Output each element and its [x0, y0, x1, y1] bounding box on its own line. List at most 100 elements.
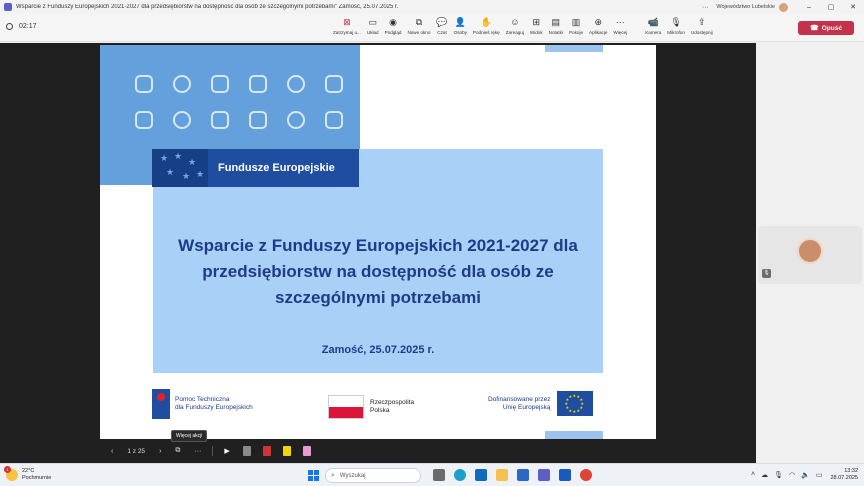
toolbar-label: Pokoje — [568, 30, 584, 35]
new-window-button[interactable]: ⧉ Nowe okno — [404, 17, 433, 39]
apps-button[interactable]: ⊕ Aplikacje — [586, 17, 610, 39]
toolbar-label: Kamera — [645, 30, 662, 35]
teams-app-icon — [4, 3, 12, 11]
participant-tile[interactable]: 🎙 — [758, 226, 862, 284]
slide-logos: Pomoc Techniczna dla Funduszy Europejski… — [152, 385, 604, 425]
store-icon[interactable] — [516, 469, 529, 481]
presentation-controls: ‹ 1 z 25 › ⧉ ··· ▶ — [104, 443, 317, 459]
next-slide-icon[interactable]: › — [159, 448, 161, 455]
toolbar-label: Zareaguj — [505, 30, 524, 35]
chart-icon — [325, 75, 343, 93]
stop-share-icon: ⊠ — [343, 17, 351, 27]
raise-hand-icon: ✋ — [480, 17, 492, 27]
toolbar-label: Więcej — [613, 30, 628, 35]
tree-icon — [325, 111, 343, 129]
controls-divider — [212, 446, 214, 456]
mic-muted-icon: 🎙 — [670, 17, 682, 27]
view-button[interactable]: ⊞ Widok — [527, 17, 546, 39]
toolbar-label: Zatrzymaj u... — [333, 30, 361, 35]
toolbar-label: Podgląd — [384, 30, 402, 35]
taskbar-apps — [428, 469, 596, 481]
camera-button[interactable]: 📹 Kamera — [642, 17, 664, 39]
cloud-icon[interactable]: ☁ — [761, 471, 768, 479]
system-tray: ˄ ☁ 🎙 ◠ 🔈 ▭ — [748, 471, 825, 479]
toolbar-label: Układ — [366, 30, 379, 35]
react-button[interactable]: ☺ Zareaguj — [503, 17, 527, 39]
battery-icon[interactable]: ▭ — [816, 471, 823, 479]
people-icon: 👤 — [454, 17, 466, 27]
organization-name[interactable]: Województwo Lubelskie — [716, 4, 775, 10]
broadcast-button[interactable]: ◉ Podgląd — [382, 17, 405, 39]
word-icon[interactable] — [558, 469, 571, 481]
rocket-icon — [173, 111, 191, 129]
highlighter-icon[interactable] — [282, 446, 291, 456]
share-button[interactable]: ⇪ Udostępnij — [688, 17, 716, 39]
fe-label: Fundusze Europejskie — [218, 162, 335, 174]
prev-slide-icon[interactable]: ‹ — [111, 448, 113, 455]
broadcast-icon: ◉ — [389, 17, 397, 27]
eu-star-icon: ★ — [579, 397, 584, 402]
taskbar-search[interactable]: ⌕ Wyszukaj — [325, 468, 421, 483]
search-icon: ⌕ — [331, 471, 335, 479]
theater-icon — [287, 111, 305, 129]
fundusze-europejskie-banner: ★ ★ ★ ★ ★ ★ Fundusze Europejskie — [152, 149, 359, 187]
start-button[interactable] — [308, 470, 319, 481]
maximize-icon[interactable]: ▢ — [820, 3, 842, 11]
stop-share-button[interactable]: ⊠ Zatrzymaj u... — [330, 17, 364, 39]
chrome-icon[interactable] — [579, 469, 592, 481]
taskbar-clock[interactable]: 13:32 28.07.2025 — [826, 468, 858, 482]
teams-icon[interactable] — [537, 469, 550, 481]
people-button[interactable]: 👤 Osoby — [451, 17, 470, 39]
logo-pt-line1: Pomoc Techniczna — [175, 396, 230, 403]
meeting-toolbar: 02:17 ⊠ Zatrzymaj u... ▭ Układ ◉ Podgląd ⧉ Nowe… — [0, 14, 864, 42]
edge-icon[interactable] — [453, 469, 466, 481]
minimize-icon[interactable]: – — [798, 4, 820, 11]
eu-star-icon: ★ — [572, 409, 577, 414]
slide-top-strip — [545, 45, 603, 52]
page-counter: 1 z 25 — [127, 447, 146, 455]
new-window-icon: ⧉ — [415, 17, 423, 27]
slides-icon[interactable]: ⧉ — [175, 447, 180, 455]
eraser-icon[interactable] — [242, 446, 251, 456]
leave-button[interactable]: ☎ Opuść — [798, 21, 854, 35]
more-actions-icon[interactable]: ··· — [194, 448, 201, 455]
more-options-icon[interactable]: ··· — [694, 4, 716, 11]
close-icon[interactable]: ✕ — [842, 3, 864, 11]
logo-eu-line1: Dofinansowane przez — [488, 395, 551, 403]
rooms-button[interactable]: ▥ Pokoje — [566, 17, 586, 39]
toolbar-label: Notatki — [548, 30, 563, 35]
shared-screen-stage[interactable]: ★ ★ ★ ★ ★ ★ Fundusze Europejskie Wsparcie z… — [0, 43, 756, 463]
pointer-icon[interactable]: ▶ — [224, 447, 229, 455]
notes-button[interactable]: ▤ Notatki — [546, 17, 566, 39]
pink-pen-icon[interactable] — [302, 446, 311, 456]
more-actions-tooltip: Więcej akcji — [171, 430, 208, 442]
outlook-icon[interactable] — [474, 469, 487, 481]
road-icon — [249, 111, 267, 129]
shield-icon — [6, 23, 13, 30]
weather-description: Pochmurnie — [22, 475, 52, 481]
meeting-timer: 02:17 — [6, 23, 37, 30]
mic-muted-button[interactable]: 🎙 Mikrofon — [664, 17, 688, 39]
red-pen-icon[interactable] — [262, 446, 271, 456]
participants-panel: 🎙 — [756, 43, 864, 463]
file-explorer-icon[interactable] — [495, 469, 508, 481]
title-bar: Wsparcie z Funduszy Europejskich 2021-20… — [0, 0, 864, 14]
chat-button[interactable]: 💬 Czat — [433, 17, 450, 39]
weather-badge: 1 — [4, 466, 11, 473]
notes-icon: ▤ — [551, 17, 561, 27]
tray-chevron-icon[interactable]: ˄ — [751, 471, 755, 479]
weather-temperature: 22°C — [22, 468, 35, 474]
weather-icon: 1 — [4, 466, 18, 481]
logo-rp-line2: Polska — [370, 407, 390, 414]
tray-mic-icon[interactable]: 🎙 — [774, 471, 783, 479]
wifi-icon[interactable]: ◠ — [789, 471, 795, 479]
volume-icon[interactable]: 🔈 — [801, 471, 810, 479]
layout-button[interactable]: ▭ Układ — [364, 17, 382, 39]
more-button[interactable]: ··· Więcej — [610, 17, 630, 39]
react-icon: ☺ — [510, 17, 520, 27]
weather-widget[interactable]: 1 22°C Pochmurnie — [4, 466, 52, 482]
windows-taskbar: 1 22°C Pochmurnie ⌕ Wyszukaj ˄ ☁ 🎙 ◠ 🔈 ▭… — [0, 463, 864, 486]
raise-hand-button[interactable]: ✋ Podnieś rękę — [470, 17, 503, 39]
user-avatar[interactable] — [779, 2, 788, 12]
task-view-icon[interactable] — [432, 469, 445, 481]
